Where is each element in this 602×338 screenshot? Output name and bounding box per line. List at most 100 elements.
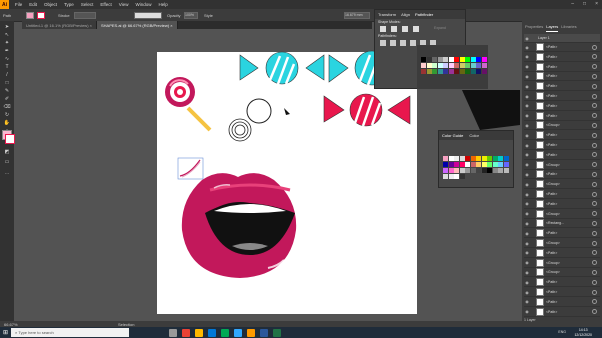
store-icon[interactable] bbox=[221, 328, 229, 337]
swatch[interactable] bbox=[465, 69, 470, 74]
swatch[interactable] bbox=[470, 69, 476, 74]
color-guide-swatch[interactable] bbox=[503, 162, 509, 167]
lollipop-graphic[interactable] bbox=[165, 77, 212, 132]
layer-row[interactable]: ◉ <Group> bbox=[524, 180, 600, 190]
color-guide-swatch[interactable] bbox=[465, 156, 470, 161]
layer-row[interactable]: ◉ <Path> bbox=[524, 229, 600, 239]
swatch[interactable] bbox=[448, 57, 454, 62]
swatch[interactable] bbox=[481, 63, 487, 68]
target-circle-icon[interactable] bbox=[592, 211, 597, 217]
visibility-eye-icon[interactable]: ◉ bbox=[524, 64, 530, 69]
task-view-icon[interactable] bbox=[169, 328, 177, 337]
swatch[interactable] bbox=[476, 63, 481, 68]
swatch[interactable] bbox=[465, 63, 470, 68]
color-guide-swatch[interactable] bbox=[487, 168, 492, 173]
color-guide-swatch[interactable] bbox=[503, 156, 509, 161]
target-circle-icon[interactable] bbox=[592, 250, 597, 256]
layer-row[interactable]: ◉ <Path> bbox=[524, 170, 600, 180]
target-circle-icon[interactable] bbox=[592, 220, 597, 226]
layer-row[interactable]: ◉ <Group> bbox=[524, 209, 600, 219]
color-guide-swatch[interactable] bbox=[470, 156, 476, 161]
target-circle-icon[interactable] bbox=[592, 171, 597, 177]
swatch[interactable] bbox=[448, 63, 454, 68]
visibility-eye-icon[interactable]: ◉ bbox=[524, 280, 530, 285]
color-guide-swatch[interactable] bbox=[454, 174, 459, 179]
visibility-eye-icon[interactable]: ◉ bbox=[524, 94, 530, 99]
selected-object[interactable] bbox=[177, 157, 204, 180]
visibility-eye-icon[interactable]: ◉ bbox=[524, 211, 530, 216]
target-circle-icon[interactable] bbox=[592, 240, 597, 246]
target-circle-icon[interactable] bbox=[592, 181, 597, 187]
intersect-icon[interactable] bbox=[402, 26, 408, 32]
candy-cyan-1[interactable] bbox=[239, 51, 325, 85]
swatch[interactable] bbox=[459, 57, 465, 62]
swatch[interactable] bbox=[459, 69, 465, 74]
visibility-eye-icon[interactable]: ◉ bbox=[524, 36, 530, 41]
visibility-eye-icon[interactable]: ◉ bbox=[524, 290, 530, 295]
trim-icon[interactable] bbox=[390, 40, 396, 46]
target-circle-icon[interactable] bbox=[592, 103, 597, 109]
color-guide-swatch[interactable] bbox=[470, 168, 476, 173]
visibility-eye-icon[interactable]: ◉ bbox=[524, 270, 530, 275]
color-guide-swatch[interactable] bbox=[498, 168, 503, 173]
mail-icon[interactable] bbox=[208, 328, 216, 337]
swatch[interactable] bbox=[426, 63, 432, 68]
excel-icon[interactable] bbox=[273, 328, 281, 337]
visibility-eye-icon[interactable]: ◉ bbox=[524, 113, 530, 118]
layer-row[interactable]: ◉ <Group> bbox=[524, 121, 600, 131]
circle-shape[interactable] bbox=[246, 98, 272, 124]
candy-red[interactable] bbox=[323, 93, 411, 127]
layer-row[interactable]: ◉ <Rectang... bbox=[524, 219, 600, 229]
color-guide-swatch[interactable] bbox=[465, 162, 470, 167]
target-circle-icon[interactable] bbox=[592, 279, 597, 285]
target-circle-icon[interactable] bbox=[592, 54, 597, 60]
swatch[interactable] bbox=[454, 63, 459, 68]
layer-row[interactable]: ◉ <Path> bbox=[524, 52, 600, 62]
tab-transform[interactable]: Transform bbox=[378, 12, 396, 17]
color-guide-swatch[interactable] bbox=[443, 174, 448, 179]
windows-start-icon[interactable]: ⊞ bbox=[0, 327, 11, 338]
swatch[interactable] bbox=[448, 69, 454, 74]
layer-row[interactable]: ◉ <Path> bbox=[524, 43, 600, 52]
crop-icon[interactable] bbox=[410, 40, 416, 46]
layer-row[interactable]: ◉ <Group> bbox=[524, 268, 600, 278]
layer-row[interactable]: ◉ <Path> bbox=[524, 82, 600, 92]
word-icon[interactable] bbox=[260, 328, 268, 337]
layer-row[interactable]: ◉ <Path> bbox=[524, 297, 600, 307]
taskbar-search-input[interactable]: ⌕ Type here to search bbox=[11, 328, 129, 337]
swatch[interactable] bbox=[432, 69, 437, 74]
visibility-eye-icon[interactable]: ◉ bbox=[524, 74, 530, 79]
color-guide-swatch[interactable] bbox=[470, 162, 476, 167]
color-guide-swatch[interactable] bbox=[454, 168, 459, 173]
color-guide-swatch[interactable] bbox=[492, 162, 498, 167]
target-circle-icon[interactable] bbox=[592, 260, 597, 266]
exclude-icon[interactable] bbox=[413, 26, 419, 32]
target-circle-icon[interactable] bbox=[592, 230, 597, 236]
chrome-icon[interactable] bbox=[182, 328, 190, 337]
divide-icon[interactable] bbox=[380, 40, 386, 46]
target-circle-icon[interactable] bbox=[592, 93, 597, 99]
visibility-eye-icon[interactable]: ◉ bbox=[524, 299, 530, 304]
tab-libraries[interactable]: Libraries bbox=[561, 24, 576, 32]
photoshop-icon[interactable] bbox=[234, 328, 242, 337]
spiral-circles[interactable] bbox=[228, 118, 252, 142]
swatch[interactable] bbox=[432, 57, 437, 62]
taskbar-clock[interactable]: 14:13 12/12/2020 bbox=[574, 328, 592, 337]
minus-front-icon[interactable] bbox=[391, 26, 397, 32]
color-guide-swatch[interactable] bbox=[481, 168, 487, 173]
color-guide-swatch[interactable] bbox=[487, 162, 492, 167]
visibility-eye-icon[interactable]: ◉ bbox=[524, 241, 530, 246]
color-guide-swatch[interactable] bbox=[454, 156, 459, 161]
file-explorer-icon[interactable] bbox=[195, 328, 203, 337]
visibility-eye-icon[interactable]: ◉ bbox=[524, 84, 530, 89]
tab-properties[interactable]: Properties bbox=[525, 24, 543, 32]
color-guide-swatch[interactable] bbox=[443, 168, 448, 173]
layer-row-top[interactable]: ◉ Layer 1 bbox=[524, 34, 600, 43]
layer-row[interactable]: ◉ <Path> bbox=[524, 141, 600, 150]
swatch[interactable] bbox=[470, 57, 476, 62]
target-circle-icon[interactable] bbox=[592, 64, 597, 70]
swatch[interactable] bbox=[481, 69, 487, 74]
swatch[interactable] bbox=[481, 57, 487, 62]
layer-row[interactable]: ◉ <Path> bbox=[524, 131, 600, 141]
layer-row[interactable]: ◉ <Path> bbox=[524, 190, 600, 199]
